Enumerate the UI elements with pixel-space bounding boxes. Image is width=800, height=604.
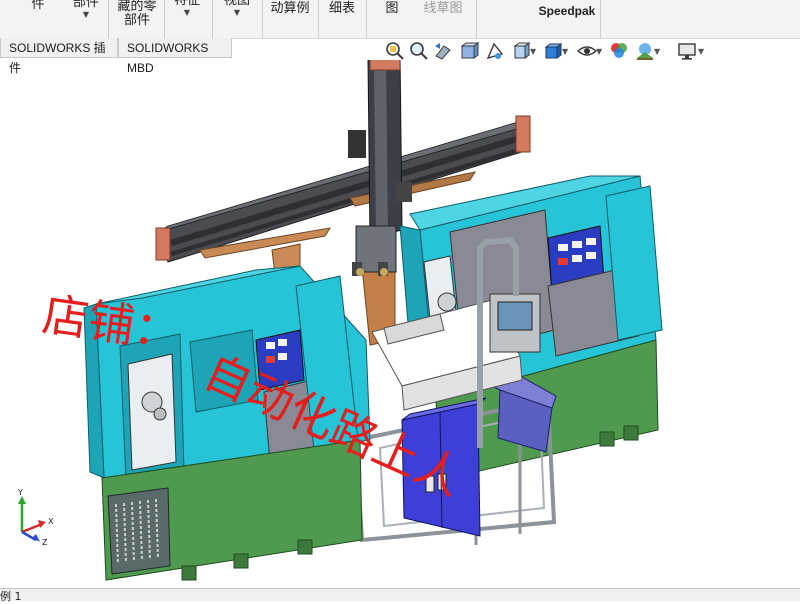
chevron-down-icon[interactable]: ▼ bbox=[596, 48, 604, 56]
hide-show-items-button[interactable] bbox=[576, 40, 598, 62]
apply-scene-icon bbox=[637, 43, 653, 60]
toolbar-item-assembly[interactable]: 部件 ▼ bbox=[68, 0, 104, 34]
tab-solidworks-addins[interactable]: SOLIDWORKS 插件 bbox=[0, 38, 118, 75]
chevron-down-icon[interactable]: ▼ bbox=[654, 48, 662, 56]
view-orientation-button[interactable] bbox=[510, 40, 532, 62]
previous-view-button[interactable] bbox=[432, 40, 454, 62]
zoom-to-area-button[interactable] bbox=[408, 40, 430, 62]
view-settings-button[interactable] bbox=[676, 40, 698, 62]
robot-gripper[interactable] bbox=[352, 225, 397, 276]
status-text: 例 1 bbox=[0, 590, 22, 603]
hide-show-items-icon bbox=[576, 46, 598, 56]
toolbar-item-label: 图 bbox=[385, 1, 399, 16]
z-axis-column[interactable] bbox=[348, 60, 412, 239]
toolbar-item-features[interactable]: 特征 ▼ bbox=[170, 0, 204, 32]
toolbar-item-views[interactable]: 视图 ▼ bbox=[220, 0, 254, 32]
zoom-to-area-icon bbox=[410, 42, 428, 60]
toolbar-item-component[interactable]: 件 bbox=[18, 0, 58, 36]
status-bar: 例 1 bbox=[0, 588, 800, 603]
chevron-down-icon[interactable]: ▼ bbox=[530, 48, 538, 56]
toolbar-item-label: 藏的零 部件 bbox=[117, 0, 157, 28]
toolbar-item-label: 件 bbox=[31, 0, 45, 12]
command-manager-toolbar: 件 部件▼ 藏的零 部件 特征▼ 视图▼ 动算例 细表 图 线草图 ━━━━ S… bbox=[0, 0, 800, 39]
zoom-to-fit-icon bbox=[386, 42, 404, 60]
view-orientation-icon bbox=[513, 42, 531, 59]
toolbar-item-motion-study[interactable]: 动算例 bbox=[266, 2, 314, 40]
toolbar-item-label: 部件 bbox=[72, 0, 99, 10]
toolbar-item-label: 线草图 bbox=[423, 1, 463, 16]
toolbar-item-bill-of-materials[interactable]: 细表 bbox=[324, 2, 360, 40]
apply-scene-button[interactable] bbox=[634, 40, 656, 62]
chevron-down-icon: ▼ bbox=[233, 8, 241, 17]
toolbar-item-speedpak[interactable]: Speedpak bbox=[536, 4, 598, 42]
edit-appearance-button[interactable] bbox=[608, 40, 630, 62]
tab-solidworks-mbd[interactable]: SOLIDWORKS MBD bbox=[118, 38, 232, 75]
toolbar-item-label: 细表 bbox=[328, 1, 355, 16]
chevron-down-icon: ▼ bbox=[183, 8, 191, 17]
triad-z-label: Z bbox=[42, 538, 48, 546]
triad-y-label: Y bbox=[17, 488, 23, 497]
section-view-button[interactable] bbox=[458, 40, 480, 62]
reference-triad: Y X Z bbox=[17, 488, 54, 546]
chevron-down-icon[interactable]: ▼ bbox=[562, 48, 570, 56]
zoom-to-fit-button[interactable] bbox=[384, 40, 406, 62]
view-settings-icon bbox=[678, 43, 696, 60]
triad-x-label: X bbox=[48, 517, 54, 526]
chevron-down-icon[interactable]: ▼ bbox=[698, 48, 706, 56]
toolbar-item-label-cut: ━━━━ bbox=[492, 0, 516, 3]
toolbar-item-instant3d[interactable]: ━━━━ bbox=[476, 0, 532, 28]
dynamic-annotation-button[interactable] bbox=[484, 40, 506, 62]
toolbar-item-show-hidden-components[interactable]: 藏的零 部件 bbox=[112, 0, 162, 38]
edit-appearance-icon bbox=[611, 43, 627, 58]
toolbar-item-explode-line-sketch[interactable]: 线草图 bbox=[420, 2, 466, 40]
toolbar-item-label: 视图 bbox=[223, 0, 250, 8]
section-view-icon bbox=[460, 42, 480, 59]
toolbar-item-label: Speedpak bbox=[538, 4, 596, 18]
toolbar-item-label: 动算例 bbox=[270, 1, 310, 16]
toolbar-item-label: 特征 bbox=[173, 0, 200, 8]
display-style-icon bbox=[544, 43, 563, 59]
dynamic-annotation-icon bbox=[486, 42, 504, 60]
previous-view-icon bbox=[435, 43, 451, 60]
display-style-button[interactable] bbox=[542, 40, 564, 62]
chevron-down-icon: ▼ bbox=[82, 10, 90, 19]
toolbar-item-exploded-view[interactable]: 图 bbox=[380, 2, 404, 40]
